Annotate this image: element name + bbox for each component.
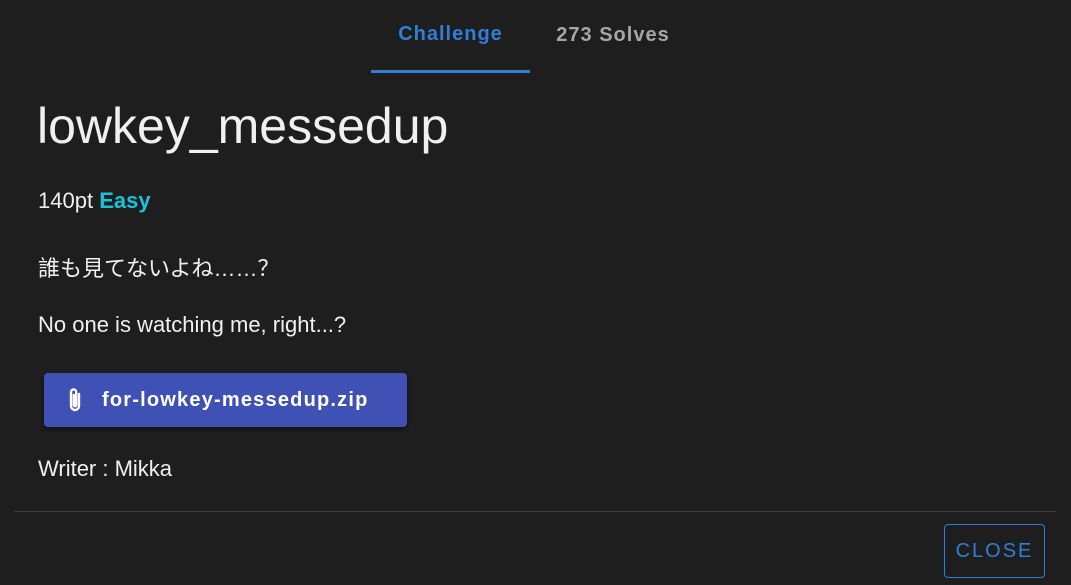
tab-challenge[interactable]: Challenge [371,0,530,73]
description-japanese: 誰も見てないよね……？ [38,256,280,281]
challenge-meta: 140pt Easy [38,188,151,214]
challenge-dialog: Challenge 273 Solves lowkey_messedup 140… [0,0,1071,585]
footer-divider [14,511,1057,512]
tab-solves[interactable]: 273 Solves [530,0,696,73]
close-button[interactable]: CLOSE [944,524,1045,578]
challenge-points: 140pt [38,188,94,213]
challenge-writer: Writer : Mikka [38,456,173,481]
attachment-filename: for-lowkey-messedup.zip [102,388,369,411]
dialog-tabs: Challenge 273 Solves [371,0,696,73]
download-attachment-button[interactable]: for-lowkey-messedup.zip [44,373,407,427]
description-english: No one is watching me, right...? [38,312,347,337]
difficulty-badge: Easy [99,188,151,213]
paperclip-icon [64,386,86,414]
challenge-title: lowkey_messedup [37,98,449,154]
